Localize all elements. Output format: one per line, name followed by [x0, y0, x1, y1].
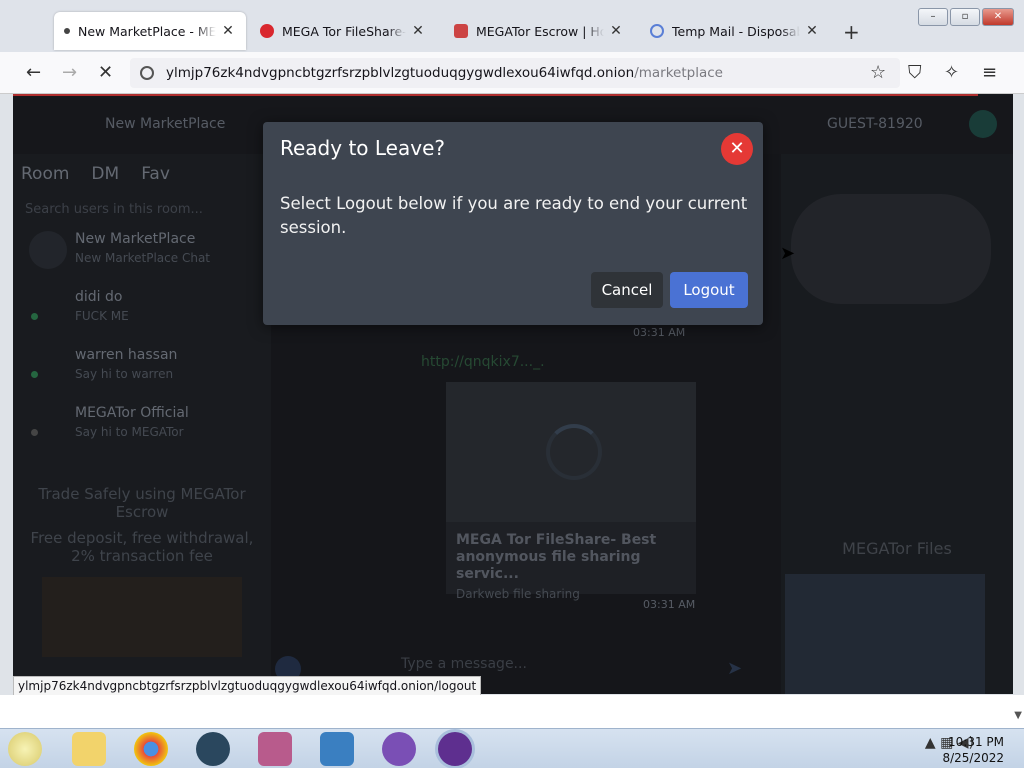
- tab-title: New MarketPlace - MEGATor: [78, 23, 216, 39]
- web-page: New MarketPlace GUEST-81920 Room DM Fav …: [13, 94, 1013, 694]
- app-icon[interactable]: [258, 732, 292, 766]
- clock-date: 8/25/2022: [942, 751, 1004, 765]
- clock[interactable]: 10:31 PM 8/25/2022: [942, 734, 1004, 766]
- taskbar: ▲ ▦ ◀) 10:31 PM 8/25/2022: [0, 728, 1024, 768]
- forward-icon[interactable]: →: [62, 62, 77, 83]
- bookmark-star-icon[interactable]: ☆: [870, 62, 886, 83]
- steam-icon[interactable]: [196, 732, 230, 766]
- folder-icon[interactable]: [72, 732, 106, 766]
- at-icon: [650, 24, 664, 38]
- escrow-icon: [454, 24, 468, 38]
- close-tab-icon[interactable]: ✕: [608, 23, 624, 39]
- tab-title: Temp Mail - Disposable Temporary: [672, 23, 800, 39]
- status-url: ylmjp76zk4ndvgpncbtgzrfsrzpblvlzgtuoduqg…: [13, 676, 482, 696]
- navigation-bar: ← → ✕ ylmjp76zk4ndvgpncbtgzrfsrzpblvlzgt…: [0, 52, 1024, 94]
- stop-reload-icon[interactable]: ✕: [98, 62, 113, 83]
- tab-title: MEGA Tor FileShare- Best anonymous: [282, 23, 406, 39]
- clock-time: 10:31 PM: [948, 735, 1004, 749]
- url-host: ylmjp76zk4ndvgpncbtgzrfsrzpblvlzgtuoduqg…: [166, 65, 635, 81]
- close-tab-icon[interactable]: ✕: [410, 23, 426, 39]
- maximize-button[interactable]: ▫: [950, 8, 980, 26]
- onion-icon: [140, 66, 154, 80]
- modal-body: Select Logout below if you are ready to …: [280, 194, 748, 237]
- window-controls: – ▫ ✕: [918, 8, 1014, 26]
- modal-title: Ready to Leave?: [280, 136, 445, 160]
- shield-icon[interactable]: ⛉: [908, 62, 922, 83]
- close-modal-button[interactable]: ✕: [721, 133, 753, 165]
- logout-button[interactable]: Logout: [670, 272, 748, 308]
- tab-new-marketplace[interactable]: New MarketPlace - MEGATor ✕: [54, 12, 246, 50]
- mega-icon: [260, 24, 274, 38]
- scroll-down-arrow-icon[interactable]: ▼: [1014, 710, 1022, 721]
- network-icon[interactable]: [320, 732, 354, 766]
- tor-browser-icon[interactable]: [438, 732, 472, 766]
- dot-icon: [64, 28, 70, 34]
- menu-icon[interactable]: ≡: [982, 62, 997, 83]
- back-icon[interactable]: ←: [26, 62, 41, 83]
- new-identity-icon[interactable]: ✧: [944, 62, 959, 83]
- tab-megator-escrow[interactable]: MEGATor Escrow | Home ✕: [444, 12, 634, 50]
- cancel-button[interactable]: Cancel: [591, 272, 663, 308]
- vpn-icon[interactable]: [382, 732, 416, 766]
- close-tab-icon[interactable]: ✕: [804, 23, 820, 39]
- close-tab-icon[interactable]: ✕: [220, 23, 236, 39]
- chrome-icon[interactable]: [134, 732, 168, 766]
- url-path: /marketplace: [634, 65, 723, 81]
- tab-mega-fileshare[interactable]: MEGA Tor FileShare- Best anonymous ✕: [250, 12, 436, 50]
- logout-modal: Ready to Leave? ✕ Select Logout below if…: [263, 122, 763, 325]
- close-window-button[interactable]: ✕: [982, 8, 1014, 26]
- tab-temp-mail[interactable]: Temp Mail - Disposable Temporary ✕: [640, 12, 830, 50]
- start-button-icon[interactable]: [8, 732, 42, 766]
- minimize-button[interactable]: –: [918, 8, 948, 26]
- tab-title: MEGATor Escrow | Home: [476, 23, 604, 39]
- page-bottom-area: [0, 695, 1024, 730]
- tab-bar: New MarketPlace - MEGATor ✕ MEGA Tor Fil…: [0, 0, 1024, 52]
- mouse-cursor-icon: ➤: [780, 243, 796, 264]
- url-bar[interactable]: ylmjp76zk4ndvgpncbtgzrfsrzpblvlzgtuoduqg…: [130, 58, 900, 88]
- new-tab-button[interactable]: +: [843, 20, 860, 44]
